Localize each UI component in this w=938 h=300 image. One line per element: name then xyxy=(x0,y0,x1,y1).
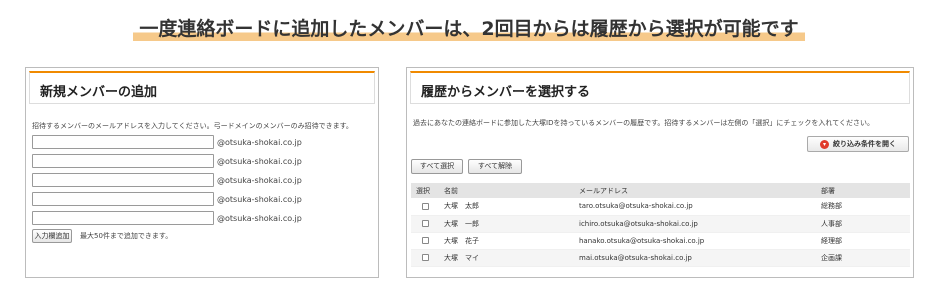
new-member-description: 招待するメンバーのメールアドレスを入力してください。弓ードメインのメンバーのみ招… xyxy=(32,122,353,130)
headline-text: 一度連絡ボードに追加したメンバーは、2回目からは履歴から選択が可能です xyxy=(133,18,805,41)
email-domain: @otsuka-shokai.co.jp xyxy=(217,137,302,147)
email-domain: @otsuka-shokai.co.jp xyxy=(217,175,302,185)
member-email: mai.otsuka@otsuka-shokai.co.jp xyxy=(574,249,816,267)
member-name: 大塚 花子 xyxy=(439,232,574,250)
member-dept: 総務部 xyxy=(816,198,910,216)
new-member-panel-header: 新規メンバーの追加 xyxy=(29,71,375,104)
select-checkbox[interactable] xyxy=(421,202,429,210)
new-member-panel-title: 新規メンバーの追加 xyxy=(40,85,158,100)
email-input[interactable] xyxy=(32,173,214,187)
select-all-button[interactable]: すべて選択 xyxy=(411,159,463,174)
email-row: @otsuka-shokai.co.jp xyxy=(32,192,302,206)
table-row: 大塚 花子 hanako.otsuka@otsuka-shokai.co.jp … xyxy=(411,232,910,250)
member-name: 大塚 マイ xyxy=(439,249,574,267)
email-domain: @otsuka-shokai.co.jp xyxy=(217,213,302,223)
table-row: 大塚 太郎 taro.otsuka@otsuka-shokai.co.jp 総務… xyxy=(411,198,910,216)
table-header-row: 選択 名前 メールアドレス 部署 xyxy=(411,183,910,198)
email-row: @otsuka-shokai.co.jp xyxy=(32,173,302,187)
filter-button[interactable]: ▾ 絞り込み条件を開く xyxy=(807,136,909,152)
chevron-down-icon: ▾ xyxy=(820,139,829,149)
member-dept: 人事部 xyxy=(816,215,910,233)
history-panel: 履歴からメンバーを選択する 過去にあなたの連絡ボードに参加した大塚IDを持ってい… xyxy=(406,67,914,278)
member-name: 大塚 太郎 xyxy=(439,198,574,216)
limit-note: 最大50件まで追加できます。 xyxy=(80,232,173,240)
email-row: @otsuka-shokai.co.jp xyxy=(32,135,302,149)
email-input[interactable] xyxy=(32,135,214,149)
select-checkbox[interactable] xyxy=(421,237,429,244)
member-email: hanako.otsuka@otsuka-shokai.co.jp xyxy=(574,232,816,250)
member-dept: 企画課 xyxy=(816,249,910,267)
select-checkbox[interactable] xyxy=(421,254,429,261)
email-input[interactable] xyxy=(32,192,214,206)
header-dept: 部署 xyxy=(816,183,910,198)
history-panel-title: 履歴からメンバーを選択する xyxy=(421,85,591,100)
email-row: @otsuka-shokai.co.jp xyxy=(32,154,302,168)
email-domain: @otsuka-shokai.co.jp xyxy=(217,194,302,204)
add-field-button[interactable]: 入力欄追加 xyxy=(32,229,72,243)
header-select: 選択 xyxy=(411,183,439,198)
member-dept: 経理部 xyxy=(816,232,910,250)
member-name: 大塚 一郎 xyxy=(439,215,574,233)
history-description: 過去にあなたの連絡ボードに参加した大塚IDを持っているメンバーの履歴です。招待す… xyxy=(413,119,874,127)
email-input[interactable] xyxy=(32,154,214,168)
member-email: taro.otsuka@otsuka-shokai.co.jp xyxy=(574,198,816,216)
email-row: @otsuka-shokai.co.jp xyxy=(32,211,302,225)
deselect-all-button[interactable]: すべて解除 xyxy=(468,159,522,174)
member-email: ichiro.otsuka@otsuka-shokai.co.jp xyxy=(574,215,816,233)
filter-button-label: 絞り込み条件を開く xyxy=(833,140,896,148)
table-row: 大塚 マイ mai.otsuka@otsuka-shokai.co.jp 企画課 xyxy=(411,249,910,267)
member-history-table: 選択 名前 メールアドレス 部署 大塚 太郎 taro.otsuka@otsuk… xyxy=(411,183,910,267)
email-input[interactable] xyxy=(32,211,214,225)
email-domain: @otsuka-shokai.co.jp xyxy=(217,156,302,166)
history-panel-header: 履歴からメンバーを選択する xyxy=(410,71,910,104)
header-email: メールアドレス xyxy=(574,183,816,198)
header-name: 名前 xyxy=(439,183,574,198)
select-checkbox[interactable] xyxy=(421,220,429,227)
add-field-row: 入力欄追加 最大50件まで追加できます。 xyxy=(32,229,172,243)
headline: 一度連絡ボードに追加したメンバーは、2回目からは履歴から選択が可能です xyxy=(0,14,938,41)
table-row: 大塚 一郎 ichiro.otsuka@otsuka-shokai.co.jp … xyxy=(411,215,910,233)
new-member-panel: 新規メンバーの追加 招待するメンバーのメールアドレスを入力してください。弓ードメ… xyxy=(25,67,379,278)
